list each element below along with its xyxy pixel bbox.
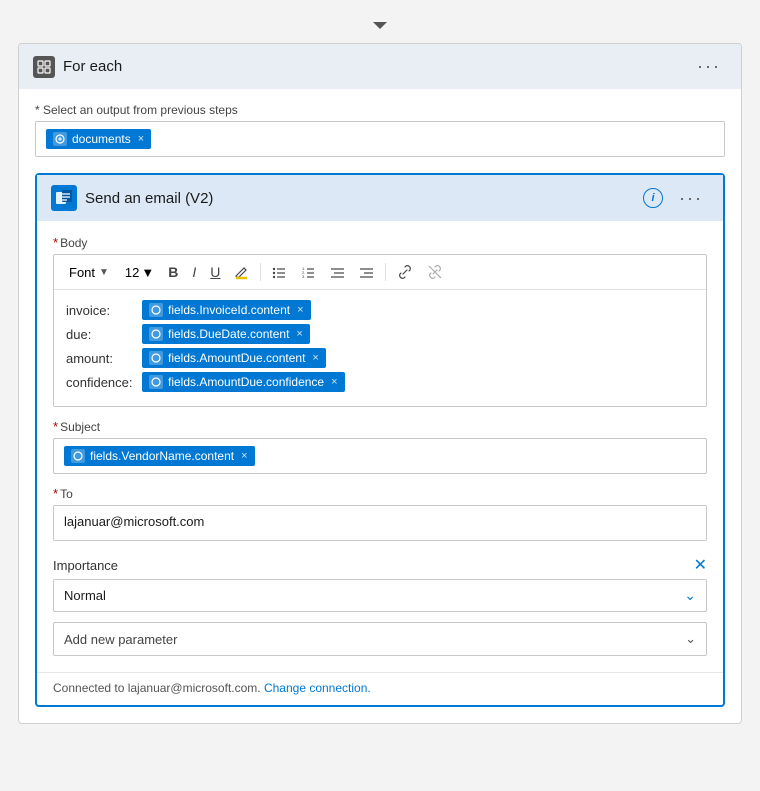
importance-row: Importance ✕ [53,555,707,575]
confidence-token-label: fields.AmountDue.confidence [168,375,324,389]
to-required-star: * [53,486,58,501]
email-body: * Body Font ▼ 12 [37,221,723,672]
confidence-chip-icon [149,375,163,389]
font-dropdown-arrow: ▼ [99,267,109,278]
page-container: For each ··· * Select an output from pre… [10,10,750,781]
body-line-confidence: confidence: fields.AmountDue.confidence … [66,372,694,392]
importance-value: Normal [64,588,106,603]
indent-button[interactable] [354,262,379,283]
numbered-list-button[interactable]: 1.2.3. [296,262,321,283]
documents-chip: documents × [46,129,151,149]
chip-icon [53,132,67,146]
foreach-body: * Select an output from previous steps d… [19,89,741,723]
confidence-label: confidence: [66,375,136,390]
email-container: Send an email (V2) i ··· * Body [35,173,725,707]
top-arrow [10,10,750,43]
email-title: Send an email (V2) [85,190,213,207]
amount-token-label: fields.AmountDue.content [168,351,305,365]
documents-chip-close[interactable]: × [138,133,144,145]
body-line-invoice: invoice: fields.InvoiceId.content × [66,300,694,320]
body-editor[interactable]: Font ▼ 12 ▼ B I U [53,254,707,407]
foreach-title: For each [63,58,122,75]
email-menu-button[interactable]: ··· [673,186,709,211]
subject-section: * Subject fields.VendorName.content × [53,419,707,474]
add-parameter-button[interactable]: Add new parameter ⌄ [53,622,707,656]
add-param-chevron-icon: ⌄ [685,631,696,647]
foreach-menu-button[interactable]: ··· [691,54,727,79]
body-content[interactable]: invoice: fields.InvoiceId.content × [54,290,706,406]
due-token-close[interactable]: × [296,328,302,340]
importance-close-button[interactable]: ✕ [694,555,707,575]
due-chip-icon [149,327,163,341]
subject-required-star: * [53,419,58,434]
underline-button[interactable]: U [205,261,225,283]
to-box[interactable]: lajanuar@microsoft.com [53,505,707,541]
confidence-token: fields.AmountDue.confidence × [142,372,345,392]
due-label: due: [66,327,136,342]
foreach-icon-svg [37,60,51,74]
svg-text:3.: 3. [302,274,305,279]
body-required-star: * [53,235,58,250]
body-line-amount: amount: fields.AmountDue.content × [66,348,694,368]
link-button[interactable] [392,261,418,283]
foreach-container: For each ··· * Select an output from pre… [18,43,742,724]
documents-chip-label: documents [72,132,131,146]
subject-box[interactable]: fields.VendorName.content × [53,438,707,474]
invoice-token-label: fields.InvoiceId.content [168,303,290,317]
font-label: Font [69,265,95,280]
unlink-button[interactable] [422,261,448,283]
importance-select[interactable]: Normal ⌄ [53,579,707,612]
email-footer: Connected to lajanuar@microsoft.com. Cha… [37,672,723,705]
invoice-chip-icon [149,303,163,317]
footer-text: Connected to lajanuar@microsoft.com. [53,681,261,695]
subject-token: fields.VendorName.content × [64,446,255,466]
amount-token-close[interactable]: × [312,352,318,364]
italic-button[interactable]: I [187,261,201,283]
size-dropdown-arrow: ▼ [141,265,154,280]
bold-button[interactable]: B [163,261,183,283]
amount-token: fields.AmountDue.content × [142,348,326,368]
size-label: 12 [125,265,139,280]
foreach-header: For each ··· [19,44,741,89]
to-section: * To lajanuar@microsoft.com [53,486,707,541]
importance-chevron-icon: ⌄ [684,587,696,604]
outdent-button[interactable] [325,262,350,283]
to-label: To [60,487,73,501]
due-token: fields.DueDate.content × [142,324,310,344]
toolbar-divider-2 [385,263,386,281]
to-value: lajanuar@microsoft.com [64,514,204,529]
confidence-token-close[interactable]: × [331,376,337,388]
email-header: Send an email (V2) i ··· [37,175,723,221]
outlook-icon [51,185,77,211]
invoice-label: invoice: [66,303,136,318]
highlight-button[interactable] [229,262,254,283]
subject-token-label: fields.VendorName.content [90,449,234,463]
importance-label: Importance [53,558,118,573]
toolbar-divider-1 [260,263,261,281]
size-select[interactable]: 12 ▼ [120,262,159,283]
toolbar: Font ▼ 12 ▼ B I U [54,255,706,290]
amount-chip-icon [149,351,163,365]
subject-token-close[interactable]: × [241,450,247,462]
font-select[interactable]: Font ▼ [62,262,116,283]
info-button[interactable]: i [643,188,663,208]
output-box[interactable]: documents × [35,121,725,157]
body-line-due: due: fields.DueDate.content × [66,324,694,344]
change-connection-link[interactable]: Change connection. [264,681,371,695]
select-output-label: * Select an output from previous steps [35,103,238,117]
bullet-list-button[interactable] [267,262,292,283]
subject-chip-icon [71,449,85,463]
body-section: * Body Font ▼ 12 [53,235,707,407]
body-label: Body [60,236,87,250]
invoice-token: fields.InvoiceId.content × [142,300,311,320]
amount-label: amount: [66,351,136,366]
down-arrow-icon [370,15,390,35]
invoice-token-close[interactable]: × [297,304,303,316]
due-token-label: fields.DueDate.content [168,327,289,341]
add-param-label: Add new parameter [64,632,177,647]
subject-label: Subject [60,420,100,434]
foreach-icon [33,56,55,78]
